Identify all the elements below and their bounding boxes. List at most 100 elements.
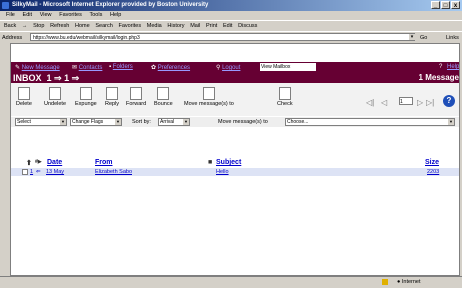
address-dropdown-icon[interactable]: ▾ bbox=[409, 34, 415, 40]
address-input[interactable]: https://www.bu.edu/webmail/silkymail/log… bbox=[30, 33, 415, 41]
discuss-button[interactable]: Discuss bbox=[238, 23, 257, 29]
history-button[interactable]: History bbox=[167, 23, 184, 29]
row-checkbox[interactable] bbox=[22, 169, 28, 175]
go-button[interactable]: Go bbox=[420, 35, 427, 41]
preferences-link[interactable]: Preferences bbox=[158, 65, 190, 71]
close-button[interactable]: x bbox=[451, 1, 460, 9]
table-row[interactable]: 1 ⇐ 13 May Elizabeth Sabo Hello 2203 bbox=[11, 168, 459, 176]
undelete-icon bbox=[49, 87, 62, 100]
nav-contacts[interactable]: ✉ Contacts bbox=[72, 64, 102, 71]
lock-icon bbox=[382, 279, 388, 285]
arrow-icon: ⇐ bbox=[36, 169, 41, 175]
move-to-dropdown[interactable]: Choose... ▼ bbox=[285, 118, 455, 126]
row-from[interactable]: Elizabeth Sabo bbox=[95, 169, 132, 175]
bounce-icon bbox=[157, 87, 170, 100]
control-row: Select ▼ Change Flags ▼ Sort by: Arrival ▼ … bbox=[11, 117, 459, 127]
stop-button[interactable]: Stop bbox=[33, 23, 44, 29]
next-page-icon[interactable]: ▷ bbox=[417, 98, 423, 107]
menu-help[interactable]: Help bbox=[110, 12, 121, 18]
select-arrow-icon: ▼ bbox=[60, 119, 66, 125]
row-size[interactable]: 2203 bbox=[427, 169, 439, 175]
sort-dropdown[interactable]: Arrival ▼ bbox=[158, 118, 190, 126]
menu-bar: File Edit View Favorites Tools Help bbox=[0, 11, 462, 20]
refresh-button[interactable]: Refresh bbox=[50, 23, 69, 29]
window-titlebar: SilkyMail - Microsoft Internet Explorer … bbox=[0, 0, 462, 11]
bounce-label: Bounce bbox=[154, 101, 173, 107]
expunge-button[interactable]: Expunge bbox=[75, 87, 97, 107]
check-button[interactable]: Check bbox=[277, 87, 293, 107]
bounce-button[interactable]: Bounce bbox=[154, 87, 173, 107]
prev-page-icon[interactable]: ◁ bbox=[381, 98, 387, 107]
menu-edit[interactable]: Edit bbox=[23, 12, 32, 18]
undelete-button[interactable]: Undelete bbox=[44, 87, 66, 107]
first-page-icon[interactable]: ◁| bbox=[366, 98, 374, 107]
move-to-value: Choose... bbox=[287, 119, 309, 125]
ie-logo-icon bbox=[2, 2, 9, 9]
nav-preferences[interactable]: ✿ Preferences bbox=[151, 64, 190, 71]
page-content: ✎ New Message ✉ Contacts ▪ Folders ✿ Pre… bbox=[10, 43, 460, 276]
delete-button[interactable]: Delete bbox=[16, 87, 32, 107]
flag-column-icon: #▶ bbox=[35, 159, 42, 165]
maximize-button[interactable]: □ bbox=[441, 1, 450, 9]
edit-button[interactable]: Edit bbox=[223, 23, 232, 29]
address-label: Address bbox=[2, 35, 23, 41]
contacts-link[interactable]: Contacts bbox=[79, 65, 103, 71]
header-date[interactable]: Date bbox=[47, 159, 62, 166]
nav-new-message[interactable]: ✎ New Message bbox=[15, 64, 60, 71]
header-subject[interactable]: Subject bbox=[216, 159, 241, 166]
change-flags-dropdown[interactable]: Change Flags ▼ bbox=[70, 118, 122, 126]
row-subject[interactable]: Hello bbox=[216, 169, 229, 175]
menu-view[interactable]: View bbox=[40, 12, 52, 18]
mailbox-select[interactable]: View Mailbox bbox=[260, 63, 316, 71]
print-button[interactable]: Print bbox=[206, 23, 217, 29]
nav-logout[interactable]: ⚲ Logout bbox=[216, 64, 240, 71]
select-dropdown[interactable]: Select ▼ bbox=[15, 118, 67, 126]
subject-marker-icon: ■ bbox=[208, 159, 213, 166]
mail-button[interactable]: Mail bbox=[190, 23, 200, 29]
minimize-button[interactable]: _ bbox=[431, 1, 440, 9]
change-flags-value: Change Flags bbox=[72, 119, 104, 125]
favorites-button[interactable]: Favorites bbox=[118, 23, 141, 29]
help-icon[interactable]: ? bbox=[443, 95, 455, 107]
inbox-range: 1 ⇒ 1 ⇒ bbox=[46, 73, 80, 83]
address-bar: Address https://www.bu.edu/webmail/silky… bbox=[0, 31, 462, 43]
forward-button[interactable]: → bbox=[22, 23, 28, 29]
header-from[interactable]: From bbox=[95, 159, 113, 166]
expunge-label: Expunge bbox=[75, 101, 97, 107]
move-button[interactable]: Move message(s) to bbox=[184, 87, 234, 107]
move-label: Move message(s) to bbox=[184, 101, 234, 107]
forward-icon bbox=[130, 87, 143, 100]
move-icon bbox=[202, 87, 215, 100]
row-date[interactable]: 13 May bbox=[46, 169, 64, 175]
expunge-icon bbox=[79, 87, 92, 100]
forward-message-button[interactable]: Forward bbox=[126, 87, 146, 107]
search-button[interactable]: Search bbox=[95, 23, 112, 29]
sort-value: Arrival bbox=[160, 119, 175, 125]
action-toolbar: Delete Undelete Expunge Reply Forward Bo… bbox=[11, 83, 459, 116]
menu-tools[interactable]: Tools bbox=[90, 12, 103, 18]
sort-arrow-icon: ▼ bbox=[183, 119, 189, 125]
zone-label: Internet bbox=[401, 279, 421, 285]
flags-arrow-icon: ▼ bbox=[115, 119, 121, 125]
logout-link[interactable]: Logout bbox=[222, 65, 240, 71]
header-size[interactable]: Size bbox=[425, 159, 439, 166]
help-link[interactable]: Help bbox=[447, 64, 459, 70]
back-button[interactable]: Back bbox=[4, 23, 16, 29]
menu-favorites[interactable]: Favorites bbox=[59, 12, 82, 18]
last-page-icon[interactable]: ▷| bbox=[426, 98, 434, 107]
nav-folders[interactable]: ▪ Folders bbox=[109, 64, 133, 70]
home-button[interactable]: Home bbox=[75, 23, 90, 29]
window-title: SilkyMail - Microsoft Internet Explorer … bbox=[12, 2, 209, 8]
left-gutter bbox=[0, 43, 10, 276]
new-message-link[interactable]: New Message bbox=[22, 65, 60, 71]
menu-file[interactable]: File bbox=[6, 12, 15, 18]
help-mark: ? bbox=[439, 64, 443, 70]
page-number-input[interactable]: 1 bbox=[399, 97, 413, 105]
links-button[interactable]: Links bbox=[446, 35, 459, 41]
folders-link[interactable]: Folders bbox=[113, 64, 133, 70]
inbox-name: INBOX bbox=[13, 73, 42, 83]
reply-button[interactable]: Reply bbox=[105, 87, 119, 107]
media-button[interactable]: Media bbox=[147, 23, 162, 29]
row-number[interactable]: 1 bbox=[30, 169, 33, 175]
security-zone: ● Internet bbox=[397, 279, 421, 285]
